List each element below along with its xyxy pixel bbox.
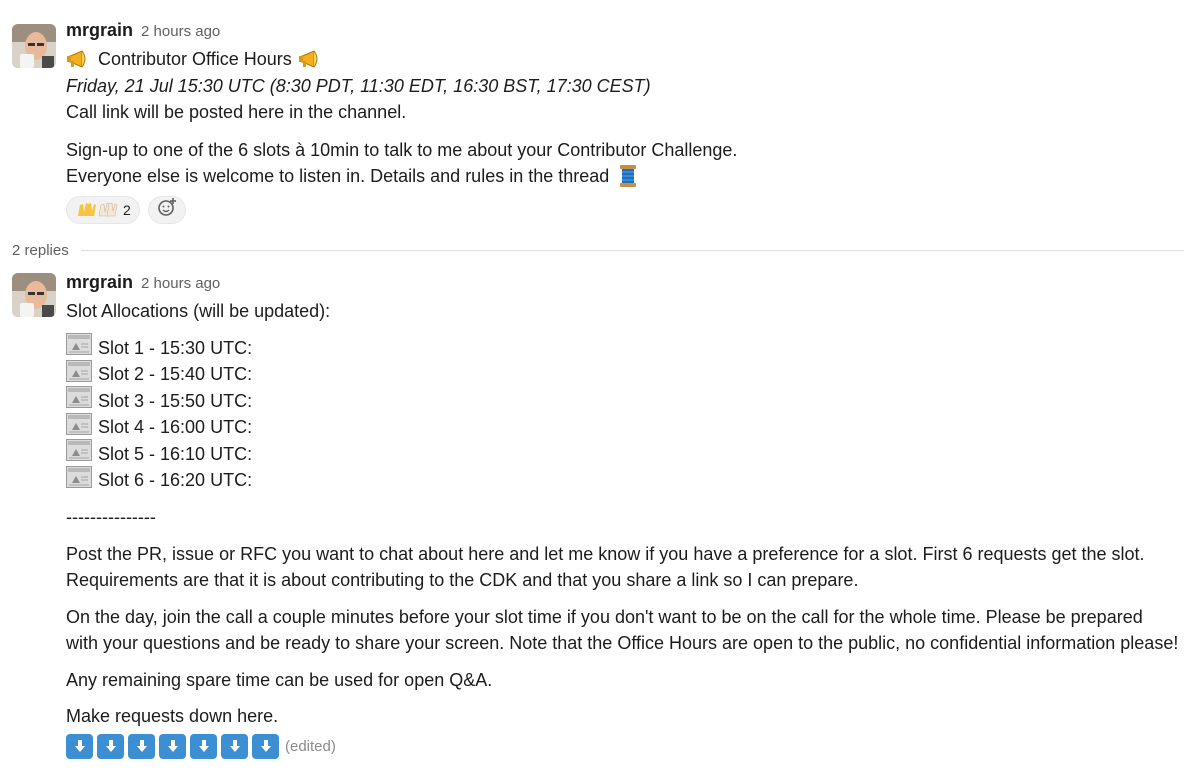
message-line: Call link will be posted here in the cha…: [66, 102, 407, 122]
edited-label: (edited): [285, 737, 336, 755]
paragraph-line: Make requests down here.: [66, 706, 279, 727]
event-datetime: Friday, 21 Jul 15:30 UTC (8:30 PDT, 11:3…: [66, 75, 651, 96]
paragraph-line: Post the PR, issue or RFC you want to ch…: [66, 543, 1145, 564]
announcement-title: Contributor Office Hours: [66, 46, 1194, 73]
add-reaction-button[interactable]: [147, 195, 186, 224]
message-line-text: Everyone else is welcome to listen in. D…: [66, 166, 610, 186]
slot-list: Slot 1 - 15:30 UTC: Slot 2 - 15:40 UTC: …: [66, 333, 1194, 496]
slot-item: Slot 1 - 15:30 UTC:: [66, 333, 1194, 363]
ticket-placeholder-icon: [66, 439, 92, 469]
reaction-pill[interactable]: 2: [66, 195, 140, 224]
slots-heading: Slot Allocations (will be updated):: [66, 301, 331, 321]
slot-label: Slot 6 - 16:20 UTC:: [98, 470, 253, 491]
replies-divider: 2 replies: [0, 238, 1200, 262]
down-arrow-icon: [128, 733, 155, 759]
down-arrows-row: (edited): [66, 733, 1194, 759]
avatar[interactable]: [12, 24, 56, 68]
ticket-placeholder-icon: [66, 412, 92, 443]
slot-item: Slot 5 - 16:10 UTC:: [66, 439, 1194, 469]
slot-label: Slot 1 - 15:30 UTC:: [98, 337, 253, 358]
slot-label: Slot 4 - 16:00 UTC:: [98, 417, 253, 438]
author-name[interactable]: mrgrain: [66, 272, 133, 293]
slot-label: Slot 2 - 15:40 UTC:: [98, 364, 253, 385]
author-name[interactable]: mrgrain: [66, 20, 133, 41]
megaphone-icon: [66, 46, 92, 72]
slot-item: Slot 2 - 15:40 UTC:: [66, 359, 1194, 390]
down-arrow-icon: [159, 733, 186, 759]
title-text: Contributor Office Hours: [98, 49, 292, 69]
slot-label: Slot 3 - 15:50 UTC:: [98, 390, 253, 411]
paragraph-line: Any remaining spare time can be used for…: [66, 669, 493, 690]
raising-hands-icon: [75, 198, 119, 221]
down-arrow-icon: [190, 733, 217, 759]
paragraph-line: Requirements are that it is about contri…: [66, 570, 859, 591]
avatar[interactable]: [12, 273, 56, 317]
slot-item: Slot 3 - 15:50 UTC:: [66, 386, 1194, 416]
message-line: Sign-up to one of the 6 slots à 10min to…: [66, 139, 738, 160]
ticket-placeholder-icon: [66, 386, 92, 416]
slot-item: Slot 6 - 16:20 UTC:: [66, 465, 1194, 496]
ticket-placeholder-icon: [66, 465, 92, 496]
down-arrow-icon: [97, 733, 124, 759]
add-reaction-icon: [157, 197, 177, 222]
paragraph-line: On the day, join the call a couple minut…: [66, 606, 1143, 627]
message-meta: mrgrain 2 hours ago: [66, 272, 1194, 298]
down-arrow-icon: [66, 733, 93, 759]
slot-item: Slot 4 - 16:00 UTC:: [66, 412, 1194, 443]
timestamp[interactable]: 2 hours ago: [141, 23, 220, 40]
message-line: Everyone else is welcome to listen in. D…: [66, 163, 1194, 190]
slot-label: Slot 5 - 16:10 UTC:: [98, 443, 253, 464]
megaphone-icon: [298, 46, 324, 72]
ticket-placeholder-icon: [66, 359, 92, 390]
down-arrow-icon: [221, 733, 248, 759]
avatar-image: [12, 273, 56, 317]
spool-of-thread-icon: [615, 163, 641, 189]
replies-count-link[interactable]: 2 replies: [12, 242, 69, 259]
reaction-count: 2: [123, 201, 131, 218]
separator-text: ---------------: [66, 507, 156, 528]
timestamp[interactable]: 2 hours ago: [141, 275, 220, 292]
down-arrow-icon: [252, 733, 279, 759]
paragraph-line: with your questions and be ready to shar…: [66, 633, 1179, 654]
reactions-bar: 2: [66, 195, 1194, 224]
ticket-placeholder-icon: [66, 333, 92, 363]
avatar-image: [12, 24, 56, 68]
divider-line: [80, 249, 1184, 251]
message-meta: mrgrain 2 hours ago: [66, 20, 1194, 46]
